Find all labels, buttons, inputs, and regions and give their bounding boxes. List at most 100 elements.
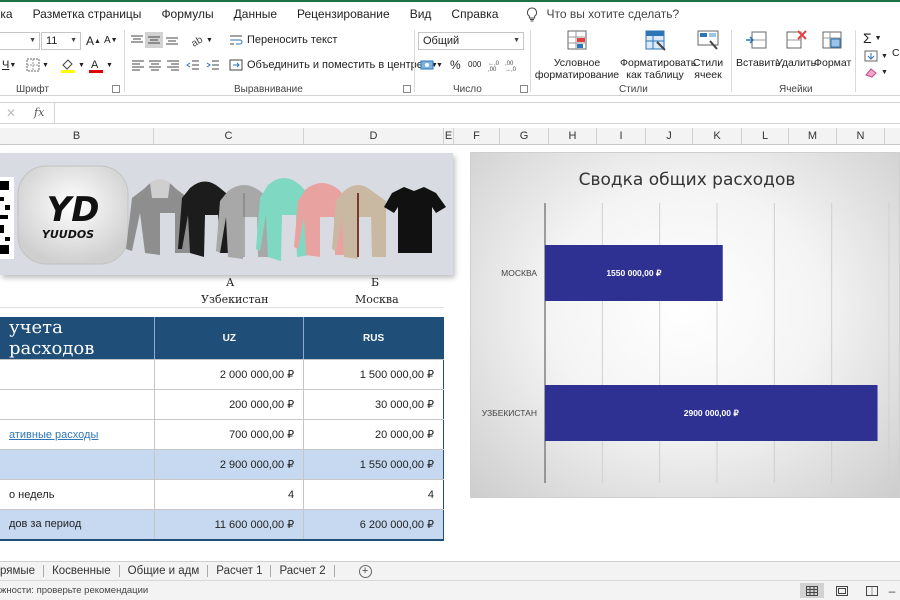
conditional-formatting-button[interactable]: Условное форматирование	[534, 28, 620, 81]
align-left-icon[interactable]	[131, 59, 145, 71]
menu-page-layout[interactable]: Разметка страницы	[33, 7, 142, 21]
menu-review[interactable]: Рецензирование	[297, 7, 390, 21]
menu-view[interactable]: Вид	[410, 7, 432, 21]
tell-me-search[interactable]: Что вы хотите сделать?	[526, 6, 679, 22]
uz-value-cell[interactable]: 200 000,00 ₽	[154, 389, 304, 420]
number-dialog-launcher[interactable]	[520, 85, 528, 93]
sheet-tab-calc-1[interactable]: Расчет 1	[208, 565, 272, 577]
uz-value-cell[interactable]: 700 000,00 ₽	[154, 419, 304, 450]
percent-style-icon[interactable]: %	[450, 58, 461, 72]
alignment-dialog-launcher[interactable]	[403, 85, 411, 93]
sort-filter-partial[interactable]: Со и	[892, 46, 900, 60]
cell-styles-button[interactable]: Стили ячеек	[690, 28, 726, 81]
rus-value-cell[interactable]: 1 500 000,00 ₽	[303, 359, 444, 390]
uz-value-cell[interactable]: 11 600 000,00 ₽	[154, 509, 304, 541]
accounting-format-icon[interactable]: ▼	[420, 58, 443, 72]
menu-formulas[interactable]: Формулы	[161, 7, 213, 21]
column-header-m[interactable]: M	[789, 128, 837, 145]
clear-icon[interactable]: ▼	[864, 66, 888, 78]
decrease-font-icon[interactable]: A ▼	[104, 35, 118, 46]
uz-value-cell[interactable]: 2 900 000,00 ₽	[154, 449, 304, 480]
fill-color-icon[interactable]: ▼	[60, 57, 85, 73]
row-label-cell[interactable]	[0, 449, 155, 480]
sheet-tab-calc-2[interactable]: Расчет 2	[271, 565, 335, 577]
format-as-table-button[interactable]: Форматировать как таблицу	[620, 28, 696, 81]
column-header-e[interactable]: E	[444, 128, 454, 145]
accessibility-status[interactable]: жности: проверьте рекомендации	[0, 585, 148, 596]
underline-icon[interactable]: Ч ▼	[2, 59, 16, 71]
rus-value-cell[interactable]: 4	[303, 479, 444, 510]
wrap-text-button[interactable]: Переносить текст	[229, 34, 337, 46]
sheet-tab-general-admin[interactable]: Общие и адм	[120, 565, 209, 577]
delete-cells-button[interactable]: Удалить	[776, 28, 816, 69]
format-cells-button[interactable]: Формат	[814, 28, 851, 69]
expense-summary-chart[interactable]: Сводка общих расходов МОСКВА 1550 000,00 …	[470, 152, 900, 498]
add-sheet-icon[interactable]: +	[358, 564, 372, 578]
column-header-k[interactable]: K	[693, 128, 742, 145]
number-format-box[interactable]: Общий ▼	[418, 32, 524, 50]
table-title-cell[interactable]: учета расходов	[0, 317, 155, 360]
insert-cells-button[interactable]: Вставить	[736, 28, 781, 69]
header-cell-uz[interactable]: UZ	[154, 317, 304, 360]
rus-value-cell[interactable]: 6 200 000,00 ₽	[303, 509, 444, 541]
align-center-icon[interactable]	[148, 59, 162, 71]
column-header-n[interactable]: N	[837, 128, 885, 145]
header-cell-rus[interactable]: RUS	[303, 317, 444, 360]
column-header-j[interactable]: J	[646, 128, 693, 145]
sheet-tab-indirect[interactable]: Косвенные	[44, 565, 120, 577]
increase-decimal-icon[interactable]: ←,0,00	[488, 58, 502, 72]
rus-value-cell[interactable]: 20 000,00 ₽	[303, 419, 444, 450]
borders-icon[interactable]: ▼	[26, 58, 49, 72]
worksheet-grid[interactable]: YD YUUDOS А Б Узбекистан Москва учета ра…	[0, 145, 900, 563]
menu-help[interactable]: Справка	[451, 7, 498, 21]
comma-style-icon[interactable]: 000	[468, 60, 481, 69]
row-label-cell[interactable]: дов за период	[0, 509, 155, 541]
align-top-icon[interactable]	[130, 34, 144, 46]
align-middle-icon[interactable]	[145, 32, 163, 48]
orientation-icon[interactable]: ab ▼	[190, 33, 213, 47]
increase-font-icon[interactable]: A ▲	[86, 34, 101, 48]
menu-insert[interactable]: вка	[0, 7, 13, 21]
row-label-cell[interactable]: о недель	[0, 479, 155, 510]
page-break-view-icon[interactable]	[860, 583, 884, 598]
font-name-box[interactable]: ▼	[0, 32, 40, 50]
table-row: 200 000,00 ₽ 30 000,00 ₽	[0, 389, 444, 420]
column-header-b[interactable]: B	[0, 128, 154, 145]
font-color-icon[interactable]: A ▼	[88, 57, 113, 73]
zoom-out-icon[interactable]: –	[884, 583, 900, 598]
decrease-indent-icon[interactable]	[186, 59, 200, 71]
fill-down-icon[interactable]: ▼	[864, 50, 888, 62]
merge-center-button[interactable]: Объединить и поместить в центре ▼	[229, 59, 438, 71]
font-size-box[interactable]: 11 ▼	[41, 32, 81, 50]
sheet-tab-direct[interactable]: рямые	[0, 565, 45, 577]
increase-indent-icon[interactable]	[206, 59, 220, 71]
page-layout-view-icon[interactable]	[830, 583, 854, 598]
decrease-decimal-icon[interactable]: ,00 →,0	[505, 58, 519, 72]
align-right-icon[interactable]	[166, 59, 180, 71]
autosum-icon[interactable]: Σ ▼	[863, 30, 882, 46]
banner-image[interactable]: YD YUUDOS	[0, 153, 453, 275]
row-label-cell[interactable]	[0, 389, 155, 420]
font-dialog-launcher[interactable]	[112, 85, 120, 93]
admin-expenses-link[interactable]: ативные расходы	[9, 429, 98, 441]
column-header-l[interactable]: L	[742, 128, 789, 145]
column-header-f[interactable]: F	[454, 128, 500, 145]
normal-view-icon[interactable]	[800, 583, 824, 598]
rus-value-cell[interactable]: 1 550 000,00 ₽	[303, 449, 444, 480]
uz-value-cell[interactable]: 2 000 000,00 ₽	[154, 359, 304, 390]
column-header-c[interactable]: C	[154, 128, 304, 145]
align-bottom-icon[interactable]	[165, 34, 179, 46]
column-header-g[interactable]: G	[500, 128, 549, 145]
column-header-d[interactable]: D	[304, 128, 444, 145]
column-header-h[interactable]: H	[549, 128, 597, 145]
formula-input[interactable]	[54, 103, 900, 123]
insert-function-icon[interactable]: fx	[34, 106, 44, 119]
rus-value-cell[interactable]: 30 000,00 ₽	[303, 389, 444, 420]
uz-value-cell[interactable]: 4	[154, 479, 304, 510]
row-label-cell[interactable]	[0, 359, 155, 390]
cancel-entry-icon[interactable]: ✕	[6, 106, 16, 120]
menu-data[interactable]: Данные	[234, 7, 277, 21]
table-row: ативные расходы 700 000,00 ₽ 20 000,00 ₽	[0, 419, 444, 450]
column-header-i[interactable]: I	[597, 128, 646, 145]
row-label-cell[interactable]: ативные расходы	[0, 419, 155, 450]
